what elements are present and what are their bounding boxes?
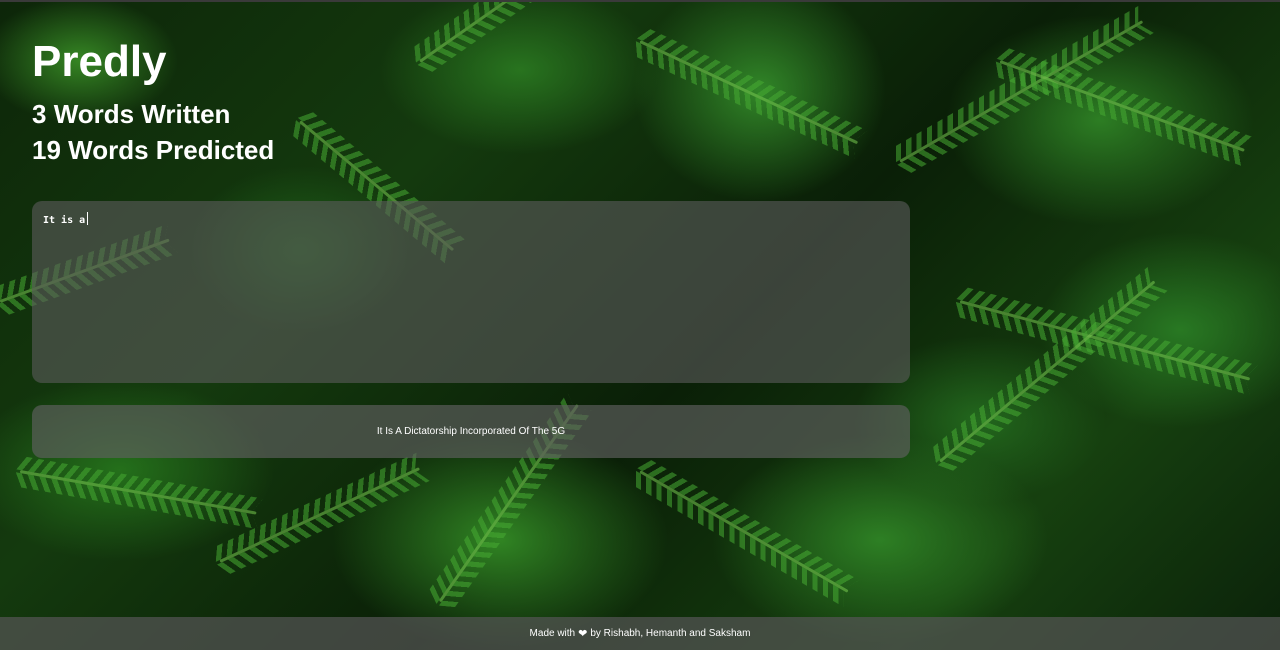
text-editor[interactable]: It is a	[32, 201, 910, 383]
words-predicted-label: Words Predicted	[68, 135, 275, 165]
words-written-stat: 3 Words Written	[32, 99, 230, 129]
top-border	[0, 0, 1280, 2]
footer-made-with: Made with	[529, 628, 576, 639]
heart-icon: ❤	[578, 628, 588, 640]
editor-content[interactable]: It is a	[43, 212, 89, 228]
footer-credits: by Rishabh, Hemanth and Saksham	[590, 628, 751, 639]
words-predicted-stat: 19 Words Predicted	[32, 135, 274, 165]
editor-value: It is a	[43, 215, 86, 226]
words-written-count: 3	[32, 99, 47, 129]
words-predicted-count: 19	[32, 135, 61, 165]
words-written-label: Words Written	[53, 99, 231, 129]
footer: Made with ❤ by Rishabh, Hemanth and Saks…	[0, 617, 1280, 650]
text-caret	[87, 212, 89, 225]
prediction-text: It Is A Dictatorship Incorporated Of The…	[376, 425, 566, 437]
app-title: Predly	[32, 37, 167, 86]
prediction-panel[interactable]: It Is A Dictatorship Incorporated Of The…	[32, 405, 910, 458]
